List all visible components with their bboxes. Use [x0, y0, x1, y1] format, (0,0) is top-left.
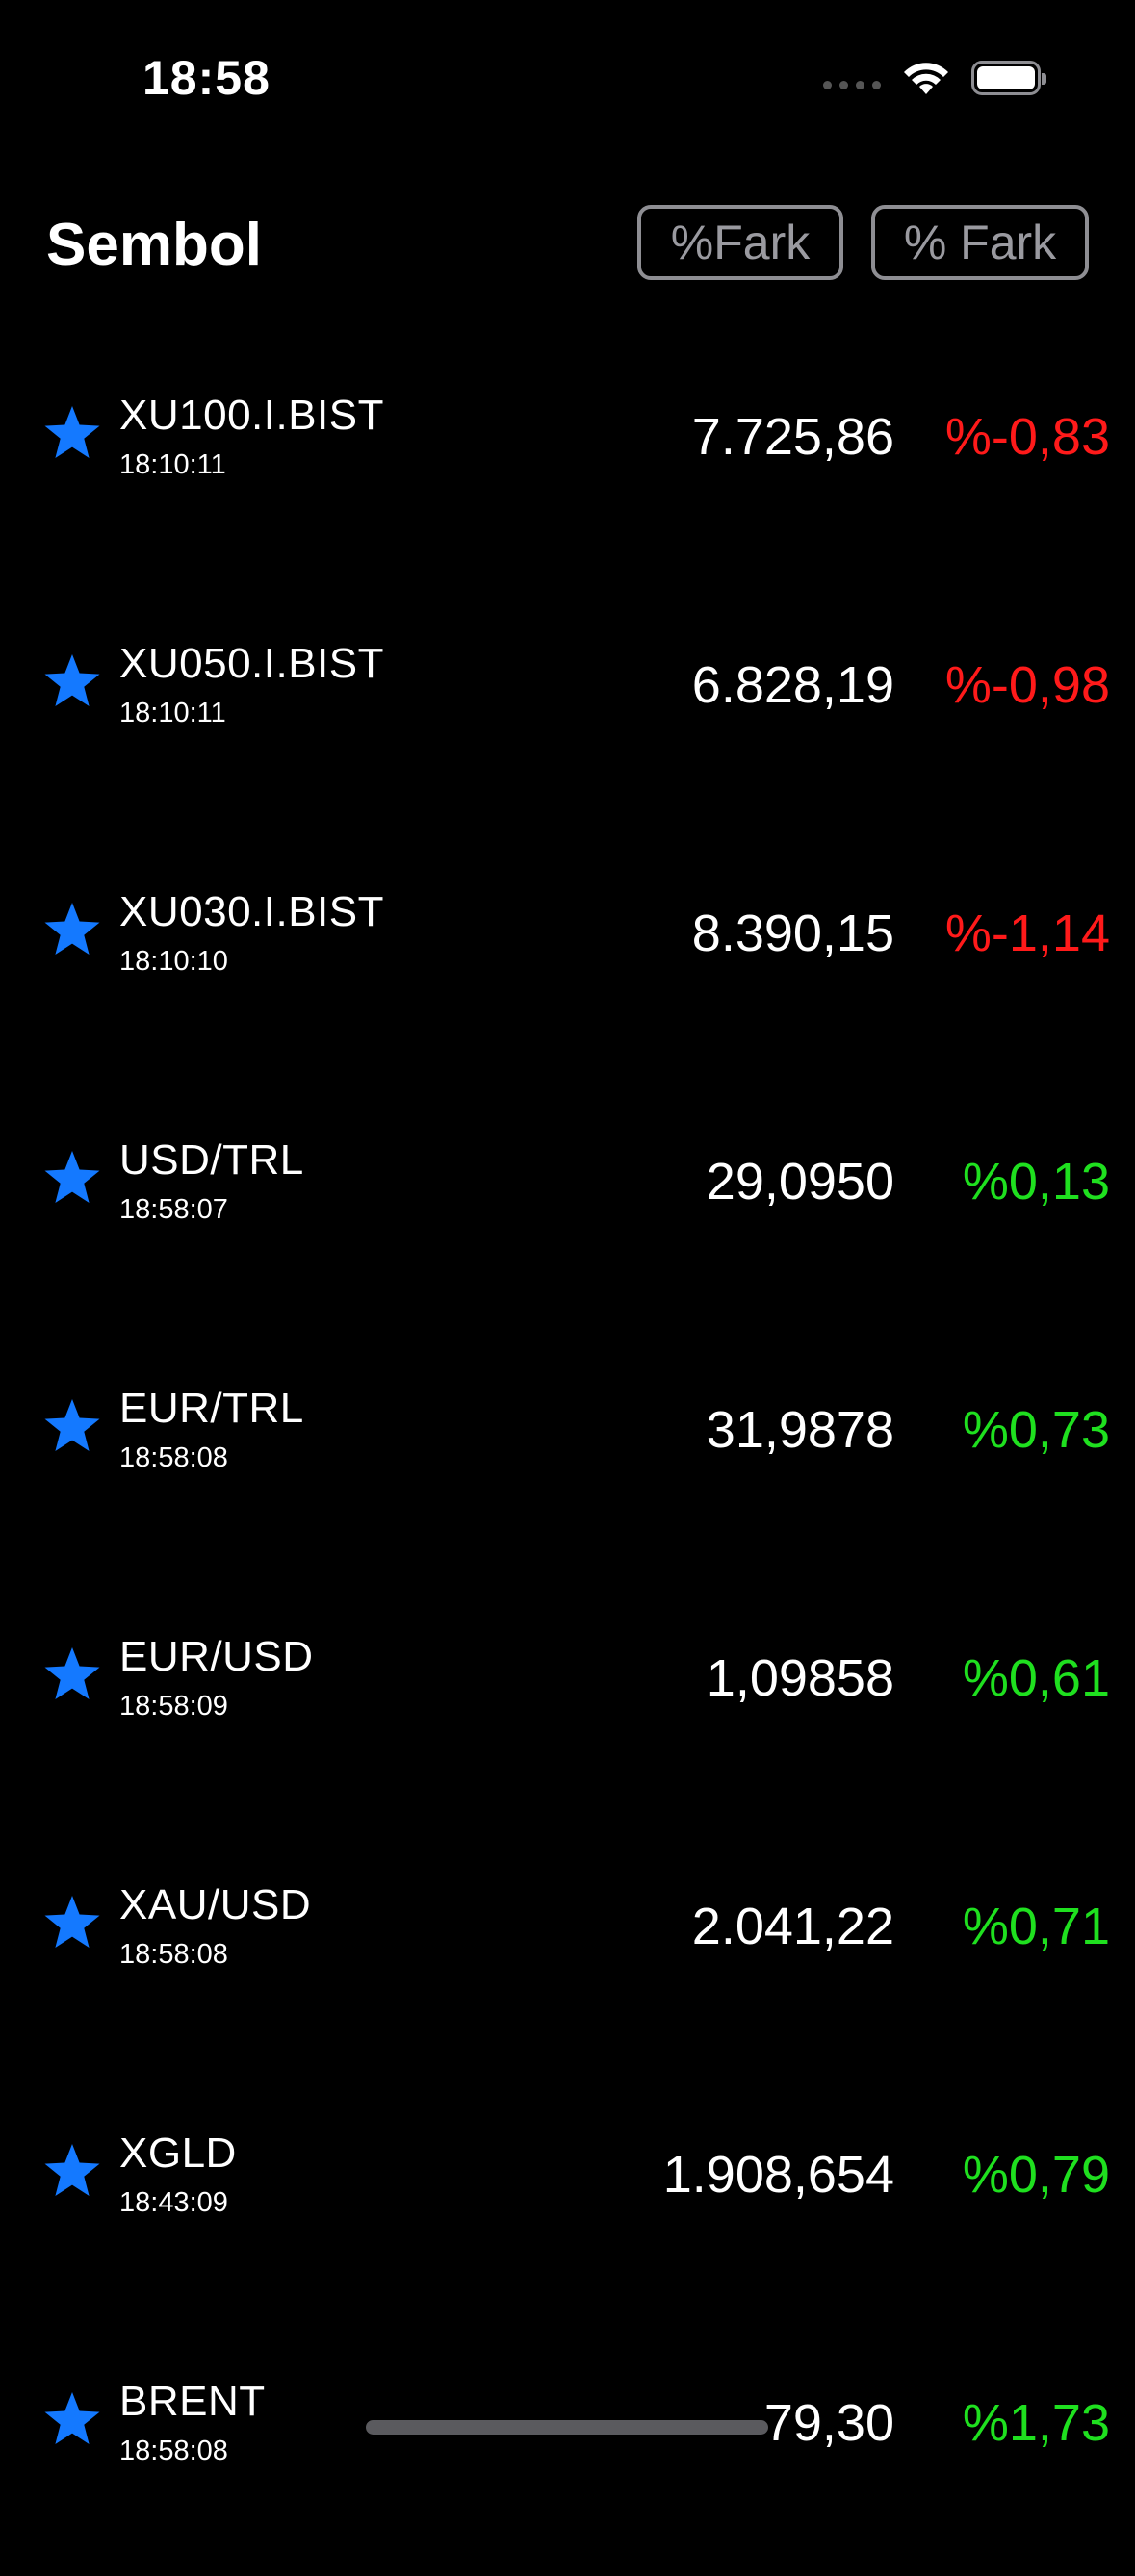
page-title: Sembol: [46, 212, 262, 278]
battery-icon: [971, 61, 1046, 95]
percent-change: %0,79: [962, 2146, 1110, 2204]
symbol-list: XU100.I.BIST 18:10:11 7.725,86 %-0,83 XU050.…: [0, 342, 1135, 2576]
percent-diff-button[interactable]: %Fark: [637, 205, 843, 280]
symbol-name: XU030.I.BIST: [119, 888, 385, 935]
favorite-star-icon[interactable]: [42, 2389, 102, 2449]
price-value: 6.828,19: [691, 656, 894, 714]
symbol-name: BRENT: [119, 2378, 266, 2425]
symbol-name: XU100.I.BIST: [119, 392, 385, 439]
home-indicator[interactable]: [366, 2420, 768, 2435]
list-item[interactable]: XU030.I.BIST 18:10:10 8.390,15 %-1,14: [0, 838, 1135, 1086]
favorite-star-icon[interactable]: [42, 1645, 102, 1704]
favorite-star-icon[interactable]: [42, 403, 102, 463]
list-item[interactable]: XU100.I.BIST 18:10:11 7.725,86 %-0,83: [0, 342, 1135, 590]
update-time: 18:10:11: [119, 449, 226, 480]
price-value: 1,09858: [706, 1649, 894, 1707]
update-time: 18:58:09: [119, 1691, 228, 1722]
update-time: 18:43:09: [119, 2187, 228, 2218]
percent-change: %0,13: [962, 1153, 1110, 1211]
list-item[interactable]: EUR/USD 18:58:09 1,09858 %0,61: [0, 1583, 1135, 1831]
percent-change: %0,61: [962, 1649, 1110, 1707]
symbol-name: XGLD: [119, 2130, 237, 2177]
price-value: 31,9878: [706, 1401, 894, 1459]
favorite-star-icon[interactable]: [42, 1148, 102, 1208]
list-item[interactable]: USD/TRL 18:58:07 29,0950 %0,13: [0, 1086, 1135, 1335]
symbol-name: USD/TRL: [119, 1136, 304, 1184]
percent-diff-toggle-button[interactable]: % Fark: [871, 205, 1089, 280]
update-time: 18:10:11: [119, 698, 226, 728]
percent-change: %-1,14: [944, 905, 1110, 962]
favorite-star-icon[interactable]: [42, 651, 102, 711]
percent-change: %0,71: [962, 1898, 1110, 1955]
price-value: 79,30: [763, 2394, 894, 2452]
favorite-star-icon[interactable]: [42, 2141, 102, 2201]
favorite-star-icon[interactable]: [42, 1396, 102, 1456]
price-value: 8.390,15: [691, 905, 894, 962]
percent-change: %0,73: [962, 1401, 1110, 1459]
update-time: 18:10:10: [119, 946, 228, 977]
header: Sembol %Fark % Fark: [0, 197, 1135, 293]
status-icons: [823, 60, 1046, 96]
percent-change: %1,73: [962, 2394, 1110, 2452]
favorite-star-icon[interactable]: [42, 1893, 102, 1952]
cellular-signal-icon: [823, 80, 881, 89]
update-time: 18:58:08: [119, 1939, 228, 1970]
price-value: 7.725,86: [691, 408, 894, 466]
favorite-star-icon[interactable]: [42, 900, 102, 959]
symbol-name: XU050.I.BIST: [119, 640, 385, 687]
symbol-name: EUR/TRL: [119, 1385, 304, 1432]
list-item[interactable]: XGLD 18:43:09 1.908,654 %0,79: [0, 2079, 1135, 2328]
percent-change: %-0,98: [944, 656, 1110, 714]
list-item[interactable]: EUR/TRL 18:58:08 31,9878 %0,73: [0, 1335, 1135, 1583]
list-item[interactable]: BRENT 18:58:08 79,30 %1,73: [0, 2328, 1135, 2576]
symbol-name: EUR/USD: [119, 1633, 314, 1680]
update-time: 18:58:08: [119, 2436, 228, 2466]
price-value: 1.908,654: [662, 2146, 894, 2204]
percent-change: %-0,83: [944, 408, 1110, 466]
price-value: 29,0950: [706, 1153, 894, 1211]
wifi-icon: [904, 63, 948, 94]
list-item[interactable]: XAU/USD 18:58:08 2.041,22 %0,71: [0, 1831, 1135, 2079]
update-time: 18:58:08: [119, 1442, 228, 1473]
update-time: 18:58:07: [119, 1194, 228, 1225]
price-value: 2.041,22: [691, 1898, 894, 1955]
symbol-name: XAU/USD: [119, 1881, 312, 1928]
list-item[interactable]: XU050.I.BIST 18:10:11 6.828,19 %-0,98: [0, 590, 1135, 838]
status-bar: 18:58: [0, 0, 1135, 164]
status-time: 18:58: [142, 51, 271, 105]
